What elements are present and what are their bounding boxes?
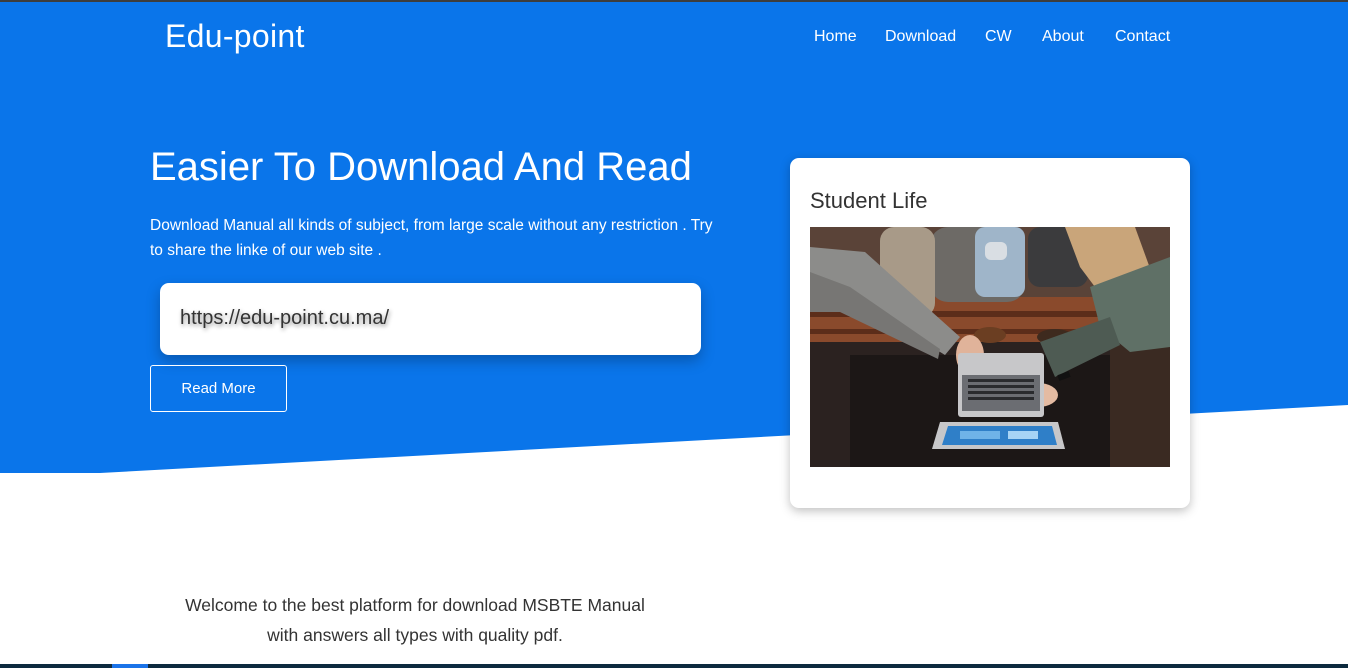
nav-contact-link[interactable]: Contact [1115, 28, 1170, 46]
students-laptop-photo [810, 227, 1170, 467]
welcome-text: Welcome to the best platform for downloa… [150, 590, 680, 650]
bottom-edge [0, 664, 1348, 668]
welcome-line-2: with answers all types with quality pdf. [267, 625, 563, 645]
welcome-line-1: Welcome to the best platform for downloa… [185, 595, 645, 615]
hero-title: Easier To Download And Read [150, 145, 692, 189]
top-border [0, 0, 1348, 2]
nav-about-link[interactable]: About [1042, 28, 1084, 46]
nav-download-link[interactable]: Download [885, 28, 956, 46]
url-box[interactable]: https://edu-point.cu.ma/ [160, 283, 701, 355]
nav-home-link[interactable]: Home [814, 28, 857, 46]
student-life-card: Student Life [790, 158, 1190, 508]
hero-description: Download Manual all kinds of subject, fr… [150, 217, 713, 259]
read-more-button[interactable]: Read More [150, 365, 287, 412]
card-title: Student Life [810, 188, 928, 213]
main-nav: Home Download CW About Contact [0, 28, 1348, 50]
nav-cw-link[interactable]: CW [985, 28, 1012, 46]
site-url-text: https://edu-point.cu.ma/ [180, 307, 390, 329]
